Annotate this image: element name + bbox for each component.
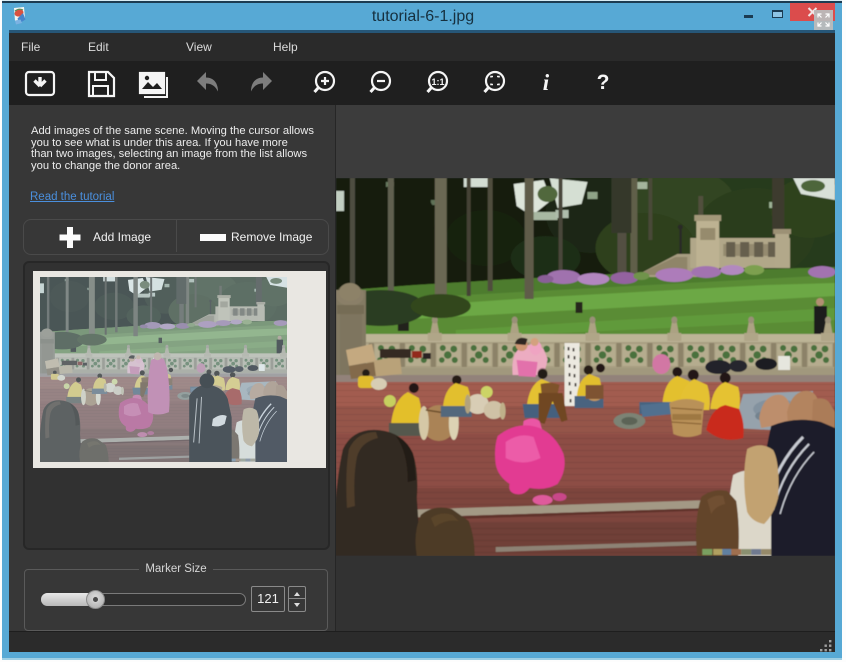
svg-text:?: ? — [597, 71, 610, 94]
svg-text:i: i — [543, 70, 550, 95]
svg-text:1:1: 1:1 — [431, 77, 444, 87]
